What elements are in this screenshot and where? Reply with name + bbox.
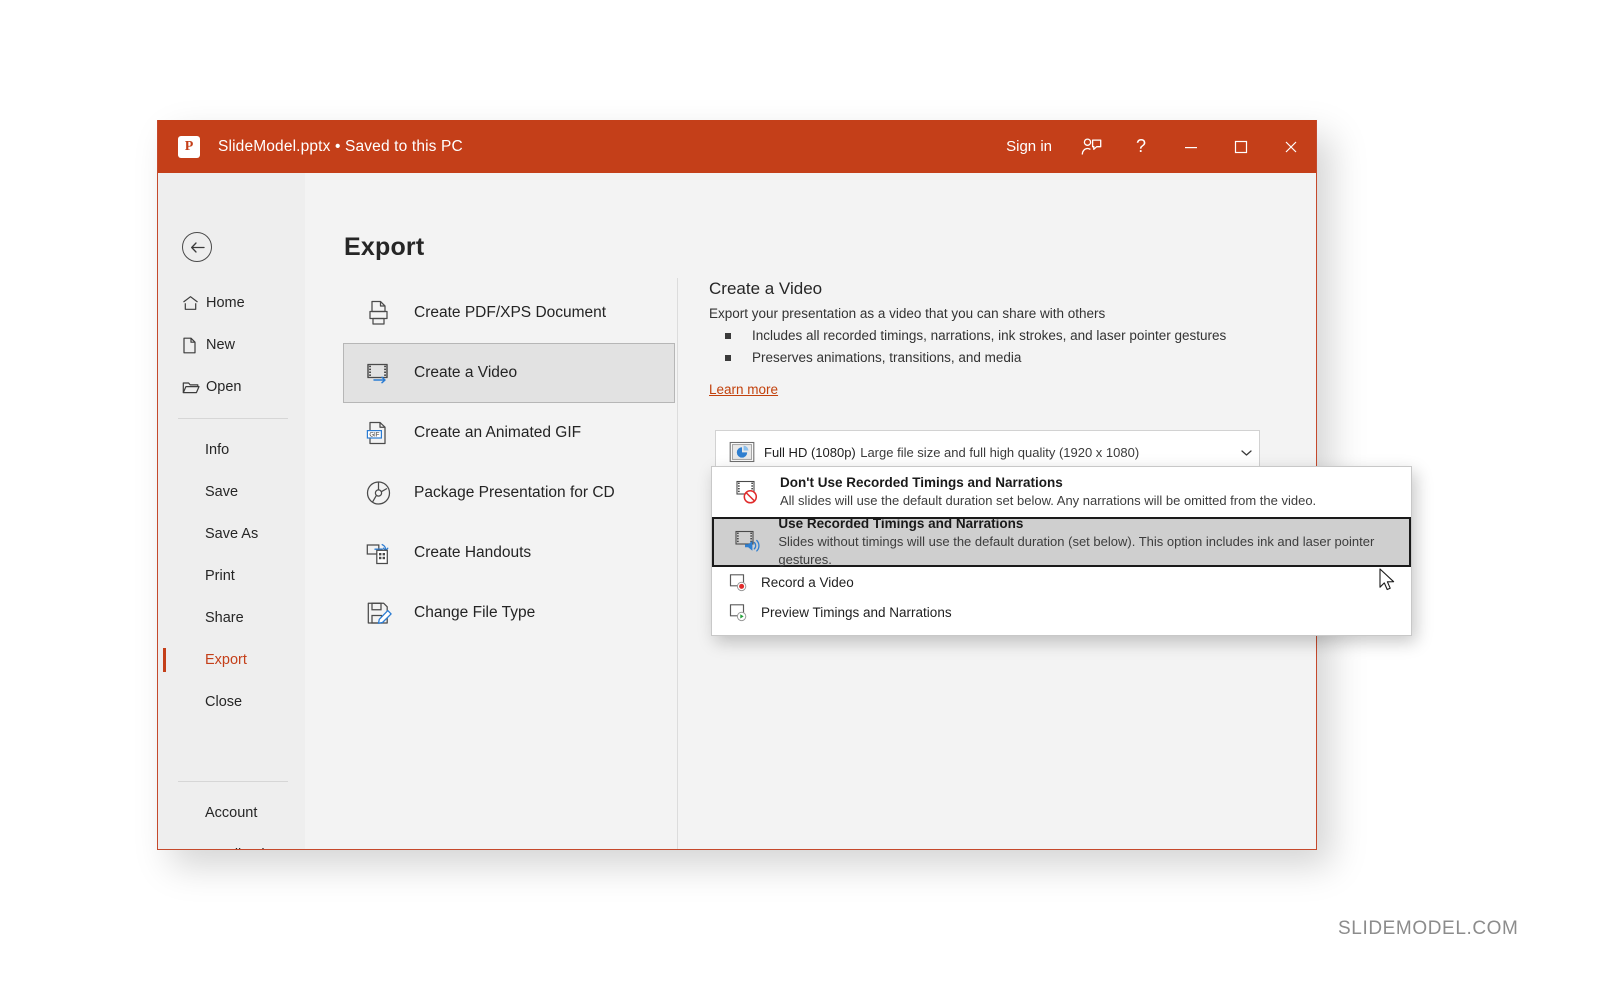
sidebar-label-close: Close — [205, 694, 243, 710]
sidebar-item-export[interactable]: Export — [158, 639, 305, 681]
dropdown-option-text: Don't Use Recorded Timings and Narration… — [780, 474, 1316, 510]
command-create-handouts[interactable]: Create Handouts — [343, 523, 675, 583]
person-comment-icon[interactable] — [1066, 120, 1116, 173]
sidebar-item-account[interactable]: Account — [158, 792, 305, 834]
video-quality-line1: Full HD (1080p) — [764, 445, 856, 460]
dropdown-option-dont-use-timings[interactable]: Don't Use Recorded Timings and Narration… — [712, 467, 1411, 517]
slide-quality-icon — [720, 441, 764, 465]
folder-icon — [182, 380, 204, 395]
dropdown-option-use-timings[interactable]: Use Recorded Timings and Narrations Slid… — [712, 515, 1411, 569]
sidebar-nav: Home New Open Info Save Save As Print Sh… — [158, 282, 305, 849]
detail-bullet: Preserves animations, transitions, and m… — [725, 347, 1294, 369]
command-label-create-pdf-xps: Create PDF/XPS Document — [414, 304, 607, 321]
sidebar-item-info[interactable]: Info — [158, 429, 305, 471]
dropdown-option-description: All slides will use the default duration… — [780, 493, 1317, 508]
sidebar-label-save-as: Save As — [205, 526, 259, 542]
sidebar-item-save[interactable]: Save — [158, 471, 305, 513]
film-no-audio-icon — [726, 479, 774, 505]
detail-bullet: Includes all recorded timings, narration… — [725, 325, 1294, 347]
sidebar-label-account: Account — [205, 805, 258, 821]
chevron-down-icon[interactable] — [1233, 449, 1259, 457]
sidebar-label-save: Save — [205, 484, 239, 500]
sidebar-item-save-as[interactable]: Save As — [158, 513, 305, 555]
home-icon — [182, 295, 204, 311]
title-bar-right-controls: Sign in ? — [992, 120, 1316, 173]
sidebar-divider-2 — [178, 781, 288, 782]
dropdown-action-label: Record a Video — [761, 574, 854, 590]
sidebar-label-new: New — [206, 337, 236, 353]
gif-file-icon: GIF — [354, 418, 404, 448]
dropdown-option-text: Use Recorded Timings and Narrations Slid… — [778, 515, 1409, 569]
detail-title: Create a Video — [709, 279, 823, 298]
powerpoint-logo-icon: P — [178, 135, 200, 158]
sidebar-item-close[interactable]: Close — [158, 681, 305, 723]
command-label-create-handouts: Create Handouts — [414, 544, 532, 561]
sidebar-label-print: Print — [205, 568, 235, 584]
command-change-file-type[interactable]: Change File Type — [343, 583, 675, 643]
dropdown-option-title: Don't Use Recorded Timings and Narration… — [780, 475, 1063, 490]
command-create-pdf-xps[interactable]: Create PDF/XPS Document — [343, 283, 675, 343]
title-bar: P SlideModel.pptx • Saved to this PC Sig… — [158, 120, 1316, 173]
preview-play-icon — [726, 603, 752, 622]
export-command-list: Create PDF/XPS Document Create a Video G… — [343, 283, 675, 643]
sidebar-label-feedback: Feedback — [205, 847, 269, 849]
back-arrow-icon[interactable] — [182, 232, 212, 262]
command-package-for-cd[interactable]: Package Presentation for CD — [343, 463, 675, 523]
close-button[interactable] — [1266, 120, 1316, 173]
dropdown-action-label: Preview Timings and Narrations — [761, 604, 952, 620]
page-icon — [182, 337, 204, 354]
sidebar-item-feedback[interactable]: Feedback — [158, 834, 305, 849]
pdf-document-icon — [354, 298, 404, 328]
sidebar-item-print[interactable]: Print — [158, 555, 305, 597]
sidebar-label-export: Export — [205, 652, 247, 668]
video-film-icon — [354, 358, 404, 388]
sidebar-label-info: Info — [205, 442, 230, 458]
page-title: Export — [344, 233, 425, 261]
sidebar-item-share[interactable]: Share — [158, 597, 305, 639]
change-file-icon — [354, 598, 404, 628]
screenshot-root: P SlideModel.pptx • Saved to this PC Sig… — [0, 0, 1600, 991]
sidebar-divider-1 — [178, 418, 288, 419]
sidebar-item-home[interactable]: Home — [158, 282, 305, 324]
sidebar-label-home: Home — [206, 295, 245, 311]
learn-more-link[interactable]: Learn more — [709, 382, 778, 397]
command-label-create-animated-gif: Create an Animated GIF — [414, 424, 582, 441]
sidebar-label-share: Share — [205, 610, 244, 626]
command-label-package-for-cd: Package Presentation for CD — [414, 484, 615, 501]
record-video-icon — [726, 573, 752, 592]
dropdown-action-record-a-video[interactable]: Record a Video — [712, 567, 1411, 597]
svg-text:GIF: GIF — [369, 431, 379, 438]
detail-subtitle: Export your presentation as a video that… — [709, 306, 1106, 321]
command-label-change-file-type: Change File Type — [414, 604, 536, 621]
mouse-cursor — [1379, 568, 1396, 598]
film-audio-icon — [726, 529, 772, 555]
vertical-divider — [677, 278, 678, 849]
document-title: SlideModel.pptx • Saved to this PC — [218, 137, 463, 155]
handouts-icon — [354, 538, 404, 568]
command-label-create-a-video: Create a Video — [414, 364, 518, 381]
dropdown-option-description: Slides without timings will use the defa… — [778, 534, 1375, 567]
sidebar-label-open: Open — [206, 379, 242, 395]
slidemodel-watermark: SLIDEMODEL.COM — [1338, 918, 1519, 939]
sidebar-item-new[interactable]: New — [158, 324, 305, 366]
video-quality-line2: Large file size and full high quality (1… — [860, 445, 1140, 460]
sign-in-button[interactable]: Sign in — [992, 120, 1066, 173]
dropdown-action-preview-timings[interactable]: Preview Timings and Narrations — [712, 597, 1411, 627]
command-create-a-video[interactable]: Create a Video — [343, 343, 675, 403]
detail-bullet-list: Includes all recorded timings, narration… — [725, 325, 1294, 369]
dropdown-option-title: Use Recorded Timings and Narrations — [778, 516, 1024, 531]
command-create-animated-gif[interactable]: GIF Create an Animated GIF — [343, 403, 675, 463]
backstage-sidebar: Home New Open Info Save Save As Print Sh… — [158, 173, 305, 849]
cd-disc-icon — [354, 478, 404, 508]
minimize-button[interactable] — [1166, 120, 1216, 173]
video-quality-text: Full HD (1080p) Large file size and full… — [764, 444, 1233, 462]
maximize-button[interactable] — [1216, 120, 1266, 173]
timings-dropdown-menu: Don't Use Recorded Timings and Narration… — [711, 466, 1412, 636]
help-icon[interactable]: ? — [1116, 120, 1166, 173]
sidebar-item-open[interactable]: Open — [158, 366, 305, 408]
